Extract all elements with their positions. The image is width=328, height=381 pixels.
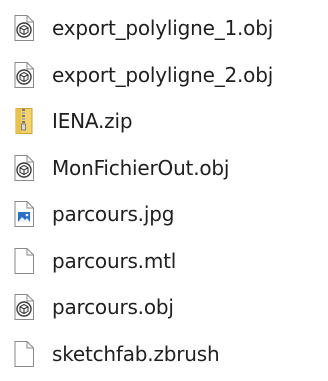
file-name: export_polyligne_1.obj [52,16,274,41]
3d-object-file-icon [12,293,36,321]
file-item-iena-zip[interactable]: IENA.zip [0,98,328,145]
file-name: parcours.jpg [52,202,175,227]
file-name: sketchfab.zbrush [52,341,220,366]
3d-object-file-icon [12,154,36,182]
file-item-parcours-obj[interactable]: parcours.obj [0,284,328,331]
file-item-export-polyligne-2[interactable]: export_polyligne_2.obj [0,52,328,99]
file-item-export-polyligne-1[interactable]: export_polyligne_1.obj [0,5,328,52]
image-file-icon [12,200,36,228]
file-name: IENA.zip [52,109,133,134]
file-name: parcours.mtl [52,248,177,273]
3d-object-file-icon [12,14,36,42]
file-item-monfichierout[interactable]: MonFichierOut.obj [0,145,328,192]
file-list: export_polyligne_1.obj export_polyligne_… [0,0,328,381]
file-item-parcours-jpg[interactable]: parcours.jpg [0,191,328,238]
3d-object-file-icon [12,61,36,89]
blank-file-icon [12,247,36,275]
file-name: export_polyligne_2.obj [52,62,274,87]
file-name: MonFichierOut.obj [52,155,230,180]
file-item-parcours-mtl[interactable]: parcours.mtl [0,238,328,285]
file-item-sketchfab-zbrush[interactable]: sketchfab.zbrush [0,331,328,378]
file-name: parcours.obj [52,295,174,320]
zip-folder-icon [12,107,36,135]
blank-file-icon [12,340,36,368]
